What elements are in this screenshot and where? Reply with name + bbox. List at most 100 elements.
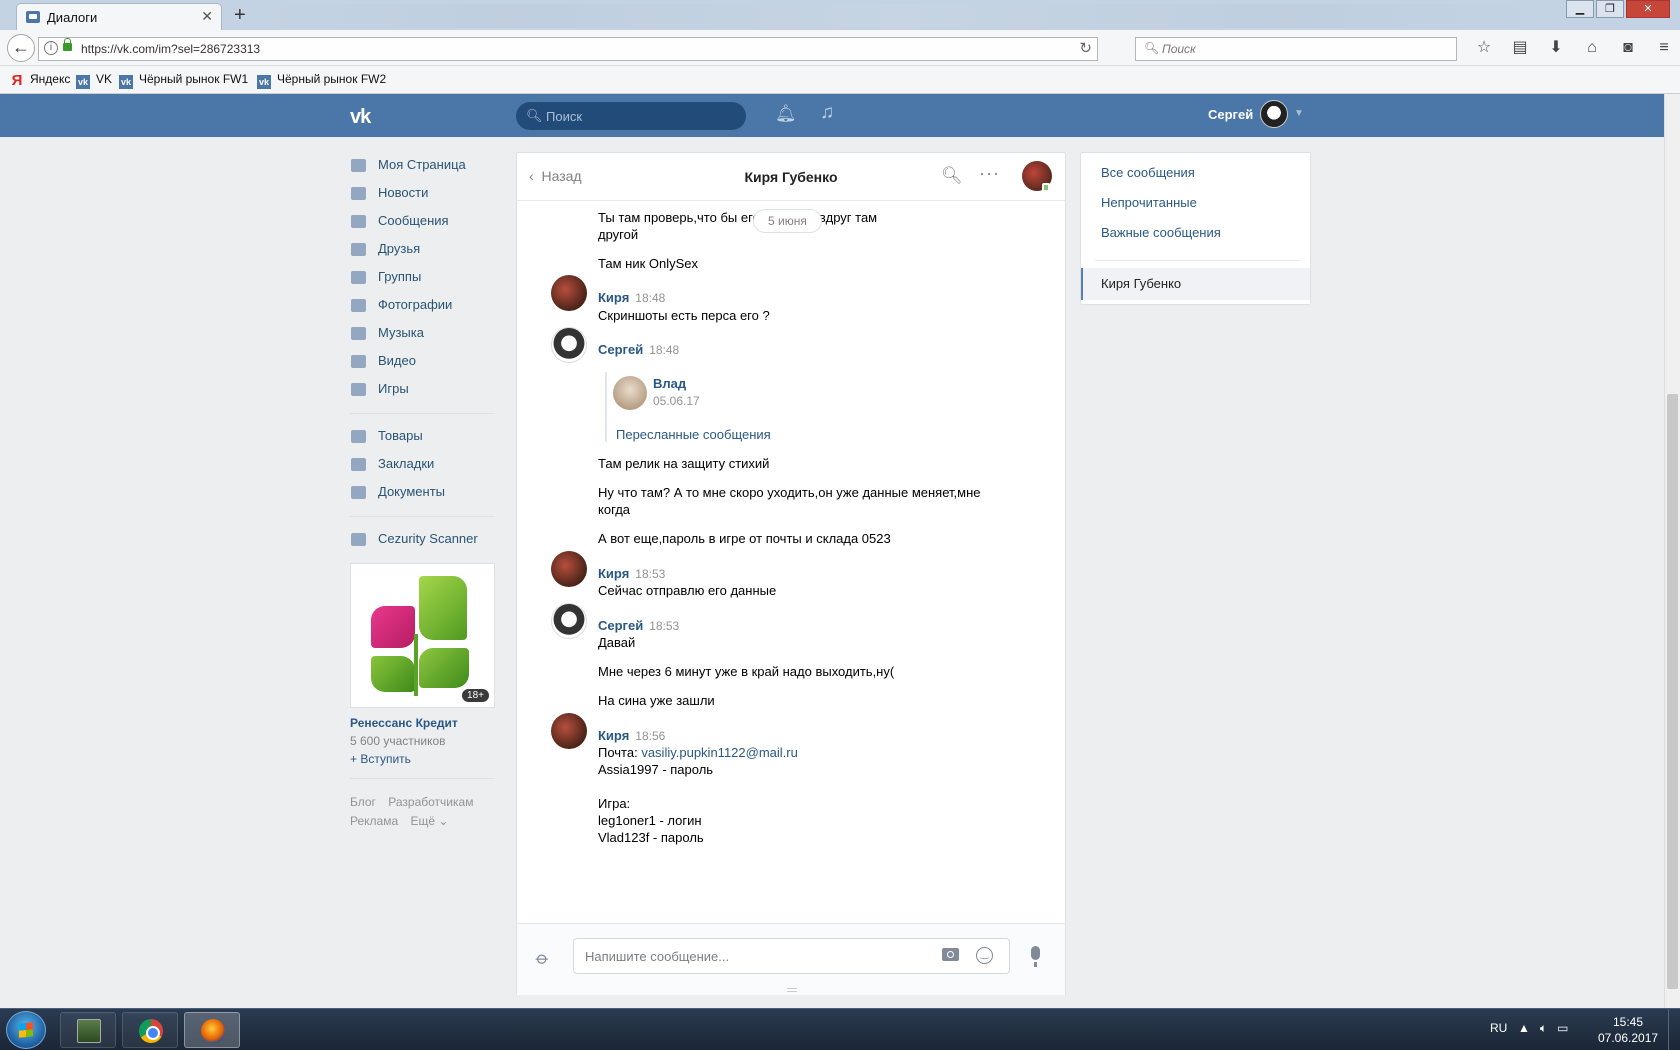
url-text[interactable]: https://vk.com/im?sel=286723313 [81, 42, 260, 56]
gamepad-icon [351, 383, 366, 396]
menu-news[interactable]: Новости [350, 183, 495, 211]
vk-logo[interactable]: vk [350, 106, 371, 129]
menu-my-page[interactable]: Моя Страница [350, 155, 495, 183]
menu-messages[interactable]: Сообщения [350, 211, 495, 239]
bookmark-fw1[interactable]: vk Чёрный рынок FW1 [119, 72, 248, 89]
message-input-placeholder: Напишите сообщение... [585, 949, 730, 964]
home-icon[interactable]: ⌂ [1574, 37, 1610, 59]
site-info-icon[interactable]: i [44, 41, 58, 55]
forwarded-messages-link[interactable]: Пересланные сообщения [616, 427, 771, 442]
menu-cezurity-scanner[interactable]: Cezurity Scanner [350, 529, 495, 557]
taskbar-app-firefox[interactable] [184, 1012, 240, 1048]
emoji-smile-icon[interactable]: ‿ [976, 947, 993, 964]
taskbar-app-computer[interactable] [60, 1012, 116, 1048]
menu-hamburger-icon[interactable]: ≡ [1646, 37, 1680, 59]
home-icon [351, 159, 366, 172]
resize-grip-icon[interactable] [787, 988, 797, 992]
bookmark-vk[interactable]: vk VK [76, 72, 112, 89]
menu-video[interactable]: Видео [350, 351, 495, 379]
footer-blog-link[interactable]: Блог [350, 795, 376, 809]
menu-friends[interactable]: Друзья [350, 239, 495, 267]
ad-join-link[interactable]: + Вступить [350, 752, 495, 766]
reading-list-icon[interactable]: ▤ [1502, 37, 1538, 59]
tray-icons[interactable]: ▲🔈︎▭ [1518, 1021, 1578, 1036]
forwarded-author-name[interactable]: Влад [653, 376, 686, 391]
filter-unread[interactable]: Непрочитанные [1101, 195, 1197, 210]
browser-search-input[interactable]: 🔍︎ Поиск [1135, 37, 1457, 61]
sender-avatar[interactable] [551, 551, 587, 587]
new-tab-button[interactable]: + [234, 3, 246, 27]
email-link[interactable]: vasiliy.pupkin1122@mail.ru [641, 745, 798, 760]
maximize-button[interactable]: ❐ [1596, 0, 1624, 18]
sender-name[interactable]: Сергей 18:53 [598, 618, 679, 633]
menu-goods[interactable]: Товары [350, 426, 495, 454]
lock-icon [63, 38, 72, 51]
ad-image[interactable]: 18+ [350, 563, 495, 708]
menu-music[interactable]: Музыка [350, 323, 495, 351]
footer-ads-link[interactable]: Реклама [350, 814, 398, 828]
start-button[interactable] [6, 1011, 46, 1049]
reload-icon[interactable]: ↻ [1079, 39, 1092, 57]
vk-user-name[interactable]: Сергей [1208, 107, 1253, 122]
more-icon[interactable]: ··· [979, 163, 1000, 184]
menu-games[interactable]: Игры [350, 379, 495, 407]
tab-close-icon[interactable]: ✕ [201, 8, 213, 25]
sender-avatar[interactable] [551, 327, 587, 363]
menu-documents[interactable]: Документы [350, 482, 495, 510]
browser-tab-active[interactable]: Диалоги ✕ [16, 3, 222, 30]
footer-dev-link[interactable]: Разработчикам [388, 795, 473, 809]
pocket-icon[interactable]: ◙ [1610, 37, 1646, 59]
vk-search-input[interactable]: 🔍︎ Поиск [516, 102, 746, 130]
filter-all-messages[interactable]: Все сообщения [1101, 165, 1195, 180]
message-text: Там релик на защиту стихий [598, 456, 770, 471]
scrollbar-thumb[interactable] [1667, 394, 1678, 989]
filter-important[interactable]: Важные сообщения [1101, 225, 1221, 240]
footer-more-link[interactable]: Ещё ⌄ [410, 814, 448, 828]
bookmark-star-icon[interactable]: ☆ [1466, 37, 1502, 59]
language-indicator[interactable]: RU [1490, 1021, 1507, 1035]
bookmark-fw2[interactable]: vk Чёрный рынок FW2 [257, 72, 386, 89]
camera-icon[interactable] [942, 948, 959, 961]
vk-user-avatar[interactable] [1260, 100, 1288, 128]
url-bar[interactable]: i https://vk.com/im?sel=286723313 ↻ [38, 37, 1098, 61]
back-arrow-icon[interactable]: ← [7, 34, 35, 62]
message-input[interactable]: Напишите сообщение... ‿ [573, 938, 1010, 974]
chevron-down-icon[interactable]: ▼ [1294, 108, 1304, 119]
music-icon [351, 327, 366, 340]
date-divider: 5 июня [753, 209, 822, 233]
minimize-button[interactable]: ▁ [1566, 0, 1594, 18]
computer-icon [77, 1019, 101, 1043]
show-desktop-button[interactable] [1668, 1009, 1680, 1050]
sender-name[interactable]: Киря 18:48 [598, 290, 665, 305]
message-history[interactable]: Ты там проверь,что бы его был,а то вдруг… [517, 202, 1065, 922]
chat-panel: ‹ Назад Киря Губенко 🔍︎ ··· Ты там прове… [516, 152, 1066, 995]
attach-paperclip-icon[interactable]: ⌀ [531, 947, 554, 970]
menu-bookmarks[interactable]: Закладки [350, 454, 495, 482]
music-note-icon[interactable]: ♫ [820, 102, 834, 124]
bookmark-yandex[interactable]: Я Яндекс [10, 72, 71, 88]
page-scrollbar[interactable] [1664, 94, 1680, 1008]
camera-icon [351, 299, 366, 312]
ad-title[interactable]: Ренессанс Кредит [350, 716, 495, 730]
forwarded-author-avatar[interactable] [613, 376, 647, 410]
sender-name[interactable]: Киря 18:56 [598, 728, 665, 743]
sender-avatar[interactable] [551, 275, 587, 311]
sender-avatar[interactable] [551, 603, 587, 639]
sender-name[interactable]: Сергей 18:48 [598, 342, 679, 357]
taskbar-app-chrome[interactable] [122, 1012, 178, 1048]
search-icon[interactable]: 🔍︎ [941, 166, 963, 186]
vk-search-placeholder: Поиск [546, 109, 583, 124]
menu-groups[interactable]: Группы [350, 267, 495, 295]
close-window-button[interactable]: ✕ [1626, 0, 1670, 18]
microphone-icon[interactable] [1031, 946, 1040, 967]
taskbar-clock[interactable]: 15:45 07.06.2017 [1598, 1014, 1658, 1046]
sender-name[interactable]: Киря 18:53 [598, 566, 665, 581]
current-dialog-item[interactable]: Киря Губенко [1081, 268, 1310, 300]
notifications-bell-icon[interactable]: 🔔︎ [775, 104, 797, 124]
message-time: 18:53 [649, 619, 680, 633]
sender-avatar[interactable] [551, 713, 587, 749]
document-icon [351, 486, 366, 499]
downloads-icon[interactable]: ⬇ [1538, 37, 1574, 59]
menu-photos[interactable]: Фотографии [350, 295, 495, 323]
message-text: Сейчас отправлю его данные [598, 583, 777, 598]
